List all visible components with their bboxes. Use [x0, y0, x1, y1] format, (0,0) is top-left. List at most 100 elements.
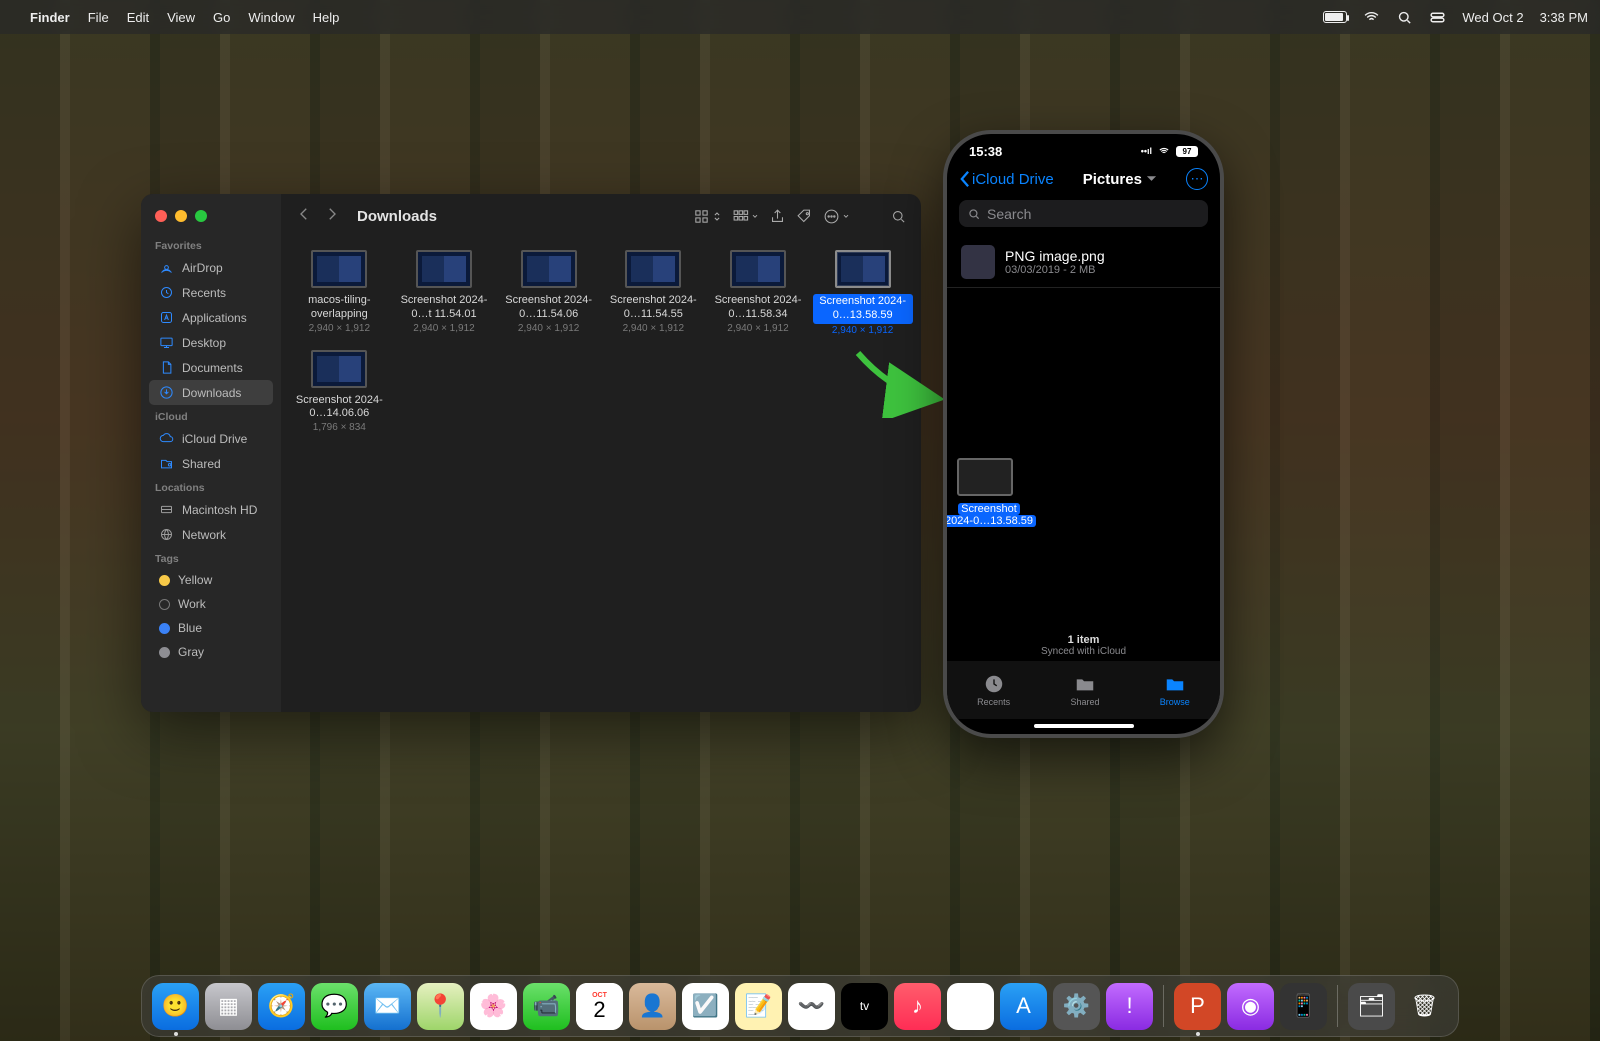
minimize-button[interactable] [175, 210, 187, 222]
iphone-battery-icon: 97 [1176, 146, 1198, 157]
file-item[interactable]: Screenshot 2024-0…14.06.061,796 × 834 [287, 346, 392, 438]
file-item[interactable]: Screenshot 2024-0…11.54.062,940 × 1,912 [496, 246, 601, 340]
dock-app-finder[interactable]: 🙂 [152, 983, 199, 1030]
file-grid[interactable]: macos-tiling-overlapping2,940 × 1,912Scr… [281, 238, 921, 712]
dock-app-launchpad[interactable]: ▦ [205, 983, 252, 1030]
file-name: Screenshot 2024-0…t 11.54.01 [394, 294, 494, 322]
share-button[interactable] [769, 208, 786, 225]
file-name: Screenshot 2024-0…11.54.55 [603, 294, 703, 322]
dock-app-freeform[interactable]: 〰️ [788, 983, 835, 1030]
dragged-file-thumbnail [957, 458, 1013, 496]
sidebar-item-network[interactable]: Network [149, 522, 273, 547]
iphone-tab-bar: Recents Shared Browse [947, 661, 1220, 719]
dock-app-podcasts[interactable]: ◉ [1227, 983, 1274, 1030]
view-mode-button[interactable] [693, 208, 722, 225]
file-dimensions: 2,940 × 1,912 [727, 323, 788, 334]
action-button[interactable] [823, 208, 850, 225]
close-button[interactable] [155, 210, 167, 222]
menu-window[interactable]: Window [248, 10, 294, 25]
iphone-nav-bar: iCloud Drive Pictures ⋯ [947, 164, 1220, 198]
sidebar-item-shared[interactable]: Shared [149, 451, 273, 476]
file-dimensions: 1,796 × 834 [313, 422, 366, 433]
dock-app-iphone-mirroring[interactable]: 📱 [1280, 983, 1327, 1030]
iphone-back-button[interactable]: iCloud Drive [959, 170, 1054, 188]
dock-app-app-store[interactable]: A [1000, 983, 1047, 1030]
dock-app-trash[interactable]: 🗑 [1401, 983, 1448, 1030]
menu-view[interactable]: View [167, 10, 195, 25]
file-name: Screenshot 2024-0…14.06.06 [289, 394, 389, 422]
tab-shared[interactable]: Shared [1070, 673, 1099, 707]
tag-button[interactable] [796, 208, 813, 225]
sidebar-item-desktop[interactable]: Desktop [149, 330, 273, 355]
active-app-name[interactable]: Finder [30, 10, 70, 25]
file-item[interactable]: Screenshot 2024-0…11.54.552,940 × 1,912 [601, 246, 706, 340]
search-button[interactable] [890, 208, 907, 225]
dock-app-tv[interactable]: tv [841, 983, 888, 1030]
sidebar-tag-blue[interactable]: Blue [149, 616, 273, 640]
sidebar-item-recents[interactable]: Recents [149, 280, 273, 305]
forward-button[interactable] [323, 205, 341, 228]
iphone-folder-title[interactable]: Pictures [1083, 171, 1157, 188]
iphone-file-item[interactable]: PNG image.png 03/03/2019 - 2 MB [947, 237, 1220, 288]
dock-app-reminders[interactable]: ☑️ [682, 983, 729, 1030]
sidebar-tag-work[interactable]: Work [149, 592, 273, 616]
dock-app-facetime[interactable]: 📹 [523, 983, 570, 1030]
zoom-button[interactable] [195, 210, 207, 222]
menu-help[interactable]: Help [313, 10, 340, 25]
sidebar-tag-yellow[interactable]: Yellow [149, 568, 273, 592]
iphone-more-button[interactable]: ⋯ [1186, 168, 1208, 190]
wifi-icon[interactable] [1363, 9, 1380, 26]
group-button[interactable] [732, 208, 759, 225]
dock-app-feedback[interactable]: ! [1106, 983, 1153, 1030]
dock-app-messages[interactable]: 💬 [311, 983, 358, 1030]
iphone-search-field[interactable]: Search [959, 200, 1208, 227]
iphone-content-area[interactable]: Screenshot 2024-0…13.58.59 [947, 288, 1220, 668]
back-button[interactable] [295, 205, 313, 228]
folder-shared-icon [1074, 673, 1096, 695]
battery-icon[interactable] [1323, 11, 1347, 23]
dock-app-settings[interactable]: ⚙️ [1053, 983, 1100, 1030]
dock-app-news[interactable]: N [947, 983, 994, 1030]
file-item[interactable]: Screenshot 2024-0…13.58.592,940 × 1,912 [810, 246, 915, 340]
window-controls [145, 202, 277, 234]
tab-recents[interactable]: Recents [977, 673, 1010, 707]
dock-app-mail[interactable]: ✉️ [364, 983, 411, 1030]
file-item[interactable]: macos-tiling-overlapping2,940 × 1,912 [287, 246, 392, 340]
dock-app-contacts[interactable]: 👤 [629, 983, 676, 1030]
dock-separator [1337, 985, 1338, 1027]
dock-app-maps[interactable]: 📍 [417, 983, 464, 1030]
section-favorites: Favorites [145, 234, 277, 255]
sidebar-item-icloud-drive[interactable]: iCloud Drive [149, 426, 273, 451]
dock-app-music[interactable]: ♪ [894, 983, 941, 1030]
sidebar-tag-gray[interactable]: Gray [149, 640, 273, 664]
menu-edit[interactable]: Edit [127, 10, 149, 25]
file-name: Screenshot 2024-0…11.58.34 [708, 294, 808, 322]
dock-app-downloads[interactable]: 🗂 [1348, 983, 1395, 1030]
menu-file[interactable]: File [88, 10, 109, 25]
sidebar-item-airdrop[interactable]: AirDrop [149, 255, 273, 280]
file-item[interactable]: Screenshot 2024-0…11.58.342,940 × 1,912 [706, 246, 811, 340]
dock-app-notes[interactable]: 📝 [735, 983, 782, 1030]
file-dimensions: 2,940 × 1,912 [413, 323, 474, 334]
dock-app-calendar[interactable]: OCT2 [576, 983, 623, 1030]
sidebar-item-applications[interactable]: Applications [149, 305, 273, 330]
dock-app-powerpoint[interactable]: P [1174, 983, 1221, 1030]
menu-go[interactable]: Go [213, 10, 230, 25]
menubar-date[interactable]: Wed Oct 2 [1462, 10, 1523, 25]
file-thumbnail [311, 250, 367, 288]
menubar-time[interactable]: 3:38 PM [1540, 10, 1588, 25]
sidebar-item-downloads[interactable]: Downloads [149, 380, 273, 405]
section-tags: Tags [145, 547, 277, 568]
cellular-icon: ••ıl [1141, 146, 1152, 156]
sidebar-item-macintosh-hd[interactable]: Macintosh HD [149, 497, 273, 522]
tab-browse[interactable]: Browse [1160, 673, 1190, 707]
sidebar-item-documents[interactable]: Documents [149, 355, 273, 380]
window-title: Downloads [357, 208, 437, 225]
dock-app-safari[interactable]: 🧭 [258, 983, 305, 1030]
spotlight-icon[interactable] [1396, 9, 1413, 26]
iphone-time: 15:38 [969, 144, 1002, 159]
control-center-icon[interactable] [1429, 9, 1446, 26]
dock-app-photos[interactable]: 🌸 [470, 983, 517, 1030]
file-item[interactable]: Screenshot 2024-0…t 11.54.012,940 × 1,91… [392, 246, 497, 340]
home-indicator[interactable] [1034, 724, 1134, 728]
